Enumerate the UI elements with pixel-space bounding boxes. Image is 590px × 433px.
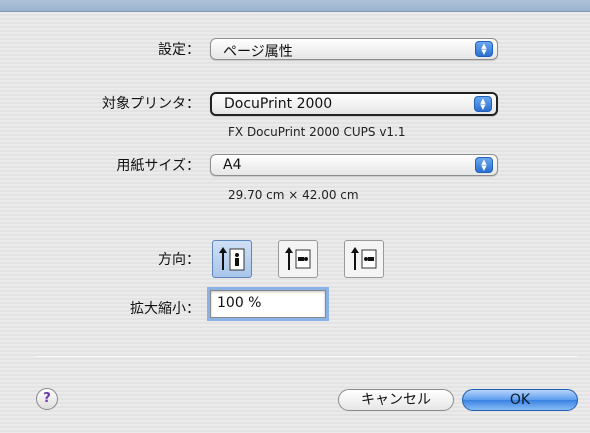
scale-input[interactable]: 100 % bbox=[210, 290, 326, 318]
settings-popup-value: ページ属性 bbox=[223, 44, 293, 60]
printer-popup[interactable]: DocuPrint 2000 ▲ ▼ bbox=[210, 92, 498, 116]
reverse-landscape-orientation-icon bbox=[351, 247, 377, 270]
ok-button[interactable]: OK bbox=[462, 389, 578, 411]
orientation-portrait-button[interactable] bbox=[212, 240, 252, 278]
page-setup-sheet: 設定： ページ属性 ▲ ▼ 対象プリンタ： DocuPrint 2000 ▲ ▼ F… bbox=[0, 12, 590, 433]
cancel-button[interactable]: キャンセル bbox=[338, 389, 454, 411]
orientation-label: 方向： bbox=[158, 252, 200, 268]
landscape-orientation-icon bbox=[285, 247, 311, 270]
printer-popup-value: DocuPrint 2000 bbox=[224, 96, 333, 112]
printer-label: 対象プリンタ： bbox=[102, 96, 200, 112]
paper-size-popup-value: A4 bbox=[223, 157, 242, 173]
orientation-reverse-landscape-button[interactable] bbox=[344, 240, 384, 278]
settings-popup[interactable]: ページ属性 ▲ ▼ bbox=[210, 38, 498, 60]
portrait-orientation-icon bbox=[219, 247, 245, 271]
orientation-landscape-button[interactable] bbox=[278, 240, 318, 278]
help-button[interactable]: ? bbox=[36, 388, 58, 410]
settings-label: 設定： bbox=[158, 42, 200, 58]
popup-arrows-icon: ▲ ▼ bbox=[475, 41, 493, 57]
paper-size-label: 用紙サイズ： bbox=[116, 158, 200, 174]
divider bbox=[35, 356, 577, 357]
printer-driver-caption: FX DocuPrint 2000 CUPS v1.1 bbox=[228, 125, 406, 139]
popup-arrows-icon: ▲ ▼ bbox=[475, 157, 493, 173]
popup-arrows-icon: ▲ ▼ bbox=[474, 96, 492, 112]
scale-label: 拡大縮小： bbox=[130, 301, 200, 317]
window-title-bar bbox=[0, 0, 590, 12]
paper-dimensions-caption: 29.70 cm × 42.00 cm bbox=[228, 188, 359, 202]
paper-size-popup[interactable]: A4 ▲ ▼ bbox=[210, 154, 498, 176]
